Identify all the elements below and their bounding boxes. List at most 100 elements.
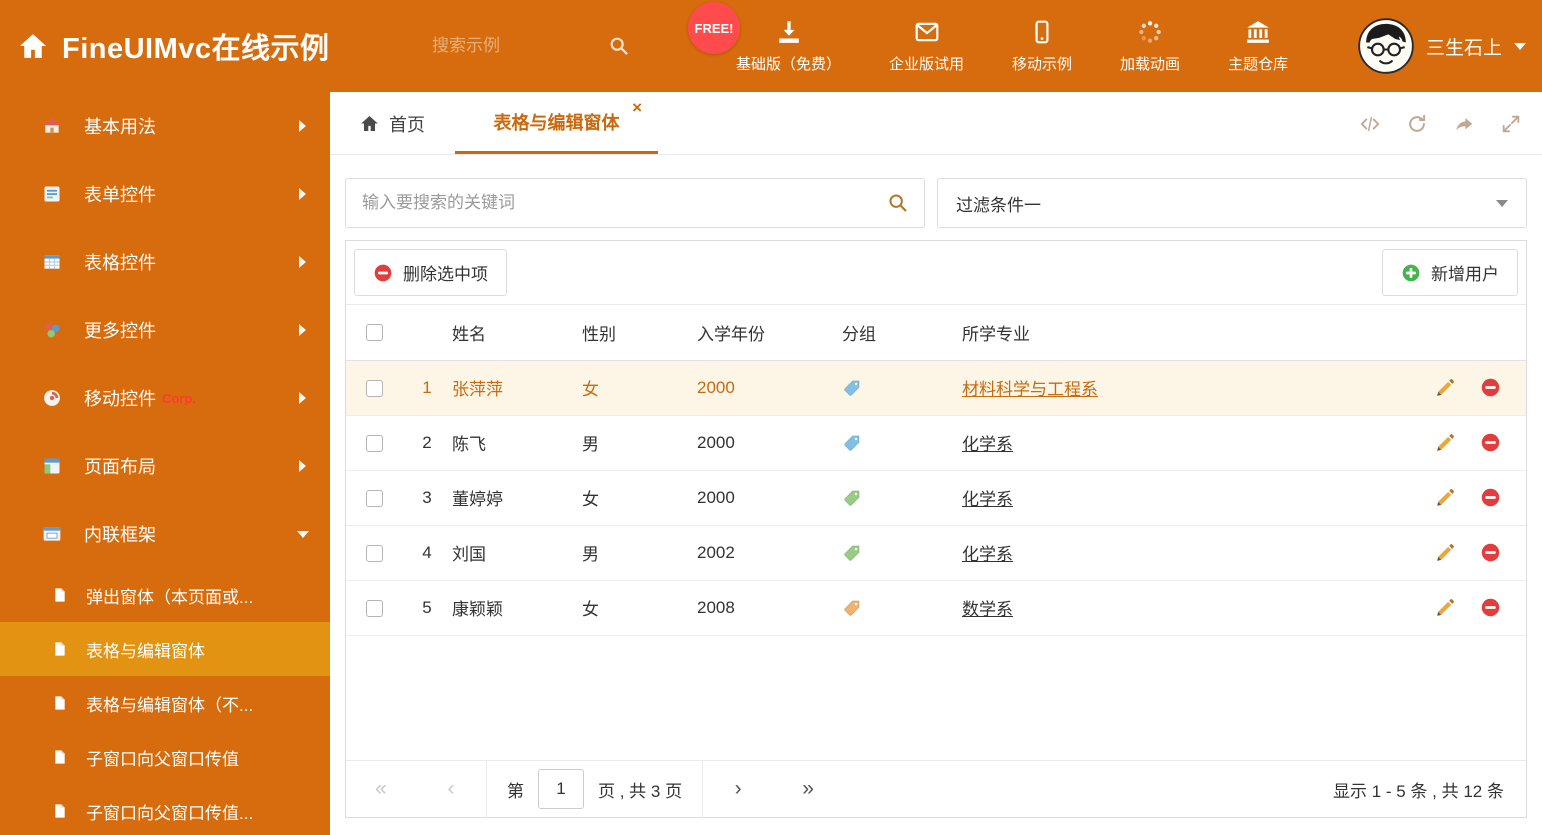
sidebar-item-label: 更多控件 (84, 321, 156, 341)
delete-icon[interactable] (1480, 487, 1501, 508)
next-page-button[interactable]: › (703, 777, 773, 801)
delete-icon[interactable] (1480, 377, 1501, 398)
cell-name: 刘国 (452, 525, 582, 581)
sidebar-item[interactable]: 基本用法 (0, 92, 330, 160)
corp-badge: Corp. (162, 390, 196, 406)
header-nav-item[interactable]: 主题仓库 (1204, 0, 1312, 92)
chevron-down-icon (1496, 199, 1508, 207)
header-nav-item[interactable]: 移动示例 (988, 0, 1096, 92)
prev-page-button[interactable]: ‹ (416, 777, 486, 801)
sidebar-subitem-label: 表格与编辑窗体 (86, 641, 205, 661)
table-row[interactable]: 5 康颖颖女 2008 数学系 (346, 580, 1526, 636)
table-header-row: 姓名 性别 入学年份 分组 所学专业 (346, 305, 1526, 361)
file-icon (52, 695, 68, 711)
brand[interactable]: FineUIMvc在线示例 (18, 0, 330, 92)
header-nav-item[interactable]: 加载动画 (1096, 0, 1204, 92)
tab-home[interactable]: 首页 (360, 92, 425, 155)
first-page-button[interactable]: « (346, 777, 416, 801)
add-user-button[interactable]: 新增用户 (1382, 249, 1518, 296)
delete-icon[interactable] (1480, 597, 1501, 618)
edit-icon[interactable] (1435, 432, 1456, 453)
user-menu[interactable]: 三生石上 (1358, 0, 1526, 92)
last-page-button[interactable]: » (773, 777, 843, 801)
sidebar-subitem[interactable]: 表格与编辑窗体（不... (0, 676, 330, 730)
row-checkbox[interactable] (365, 489, 383, 507)
sidebar-item[interactable]: 移动控件 Corp. (0, 364, 330, 432)
theme-repo-icon (1245, 19, 1271, 45)
sidebar-subitem[interactable]: 弹出窗体（本页面或... (0, 568, 330, 622)
header-search (432, 0, 630, 92)
col-group: 分组 (842, 305, 962, 361)
table-row[interactable]: 3 董婷婷女 2000 化学系 (346, 470, 1526, 526)
sidebar-subitem-label: 弹出窗体（本页面或... (86, 587, 254, 607)
cell-gender: 女 (582, 470, 697, 526)
sidebar-item[interactable]: 表格控件 (0, 228, 330, 296)
header-nav-label: 主题仓库 (1228, 55, 1289, 73)
cell-name: 陈飞 (452, 415, 582, 471)
keyword-search-input[interactable] (346, 193, 887, 213)
sidebar-subitem[interactable]: 表格与编辑窗体 (0, 622, 330, 676)
cell-year: 2000 (697, 470, 842, 526)
tab-active[interactable]: 表格与编辑窗体 × (455, 92, 658, 154)
delete-icon[interactable] (1480, 432, 1501, 453)
plus-circle-icon (1401, 263, 1421, 283)
search-icon[interactable] (887, 192, 909, 214)
tag-icon (842, 543, 962, 563)
major-link[interactable]: 材料科学与工程系 (962, 380, 1098, 399)
table-row[interactable]: 2 陈飞男 2000 化学系 (346, 415, 1526, 471)
page-number-input[interactable] (538, 769, 584, 809)
mobile-side-icon (42, 388, 62, 408)
edit-icon[interactable] (1435, 487, 1456, 508)
sidebar-subitem[interactable]: 子窗口向父窗口传值... (0, 784, 330, 835)
delete-selected-button[interactable]: 删除选中项 (354, 249, 507, 296)
row-index: 2 (402, 415, 452, 471)
open-new-window-icon[interactable] (1453, 113, 1475, 135)
table-row[interactable]: 4 刘国男 2002 化学系 (346, 525, 1526, 581)
search-icon[interactable] (608, 35, 630, 57)
filter-dropdown[interactable]: 过滤条件一 (937, 178, 1527, 228)
sidebar-item[interactable]: 更多控件 (0, 296, 330, 364)
edit-icon[interactable] (1435, 377, 1456, 398)
tab-close-icon[interactable]: × (632, 99, 642, 116)
chevron-right-icon (299, 188, 306, 200)
header-nav-item[interactable]: 企业版试用 (865, 0, 988, 92)
major-link[interactable]: 数学系 (962, 600, 1013, 619)
major-link[interactable]: 化学系 (962, 490, 1013, 509)
major-link[interactable]: 化学系 (962, 435, 1013, 454)
row-checkbox[interactable] (365, 379, 383, 397)
select-all-checkbox[interactable] (365, 324, 383, 342)
expand-icon[interactable] (1500, 113, 1522, 135)
minus-circle-icon (373, 263, 393, 283)
table-row[interactable]: 1 张萍萍女 2000 材料科学与工程系 (346, 360, 1526, 416)
page-suffix-label: 页 , 共 3 页 (598, 781, 683, 801)
col-index (402, 305, 452, 361)
cell-gender: 女 (582, 360, 697, 416)
sidebar-item[interactable]: 页面布局 (0, 432, 330, 500)
edit-icon[interactable] (1435, 597, 1456, 618)
row-checkbox[interactable] (365, 544, 383, 562)
cell-year: 2008 (697, 580, 842, 636)
refresh-icon[interactable] (1406, 113, 1428, 135)
edit-icon[interactable] (1435, 542, 1456, 563)
app-header: FineUIMvc在线示例 基础版（免费） 企业版试用 移动示例 加载动画 主题仓库 F… (0, 0, 1542, 92)
tab-tools (1359, 92, 1522, 155)
row-index: 1 (402, 360, 452, 416)
sidebar-subitem[interactable]: 子窗口向父窗口传值 (0, 730, 330, 784)
avatar (1358, 18, 1414, 74)
row-checkbox[interactable] (365, 434, 383, 452)
sidebar-item[interactable]: 表单控件 (0, 160, 330, 228)
sidebar-item-label: 页面布局 (84, 457, 156, 477)
page-number-group: 第 页 , 共 3 页 (487, 769, 702, 809)
delete-icon[interactable] (1480, 542, 1501, 563)
home-icon (42, 116, 62, 136)
envelope-icon (914, 19, 940, 45)
user-name: 三生石上 (1425, 37, 1502, 59)
sidebar-item[interactable]: 内联框架 (0, 500, 330, 568)
sidebar-item-label: 移动控件 (84, 389, 156, 409)
major-link[interactable]: 化学系 (962, 545, 1013, 564)
source-code-icon[interactable] (1359, 113, 1381, 135)
filter-row: 过滤条件一 (345, 178, 1527, 228)
header-nav-label: 移动示例 (1012, 55, 1073, 73)
header-search-input[interactable] (432, 36, 572, 56)
row-checkbox[interactable] (365, 599, 383, 617)
